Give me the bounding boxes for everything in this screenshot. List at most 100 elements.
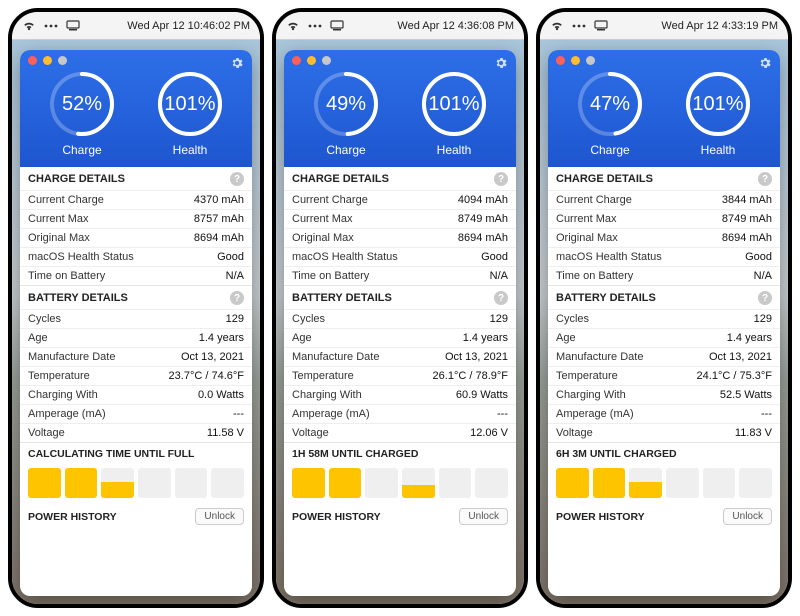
charge-label: Charge (326, 143, 365, 157)
history-bar (402, 468, 435, 498)
zoom-icon[interactable] (586, 56, 595, 65)
minimize-icon[interactable] (571, 56, 580, 65)
detail-row: Original Max8694 mAh (20, 228, 252, 247)
detail-row: Original Max8694 mAh (548, 228, 780, 247)
wifi-icon[interactable] (286, 20, 300, 31)
battery-details-header: BATTERY DETAILS? (284, 285, 516, 309)
traffic-lights[interactable] (292, 56, 508, 65)
history-bar (138, 468, 171, 498)
detail-row: Time on BatteryN/A (548, 266, 780, 285)
unlock-button[interactable]: Unlock (195, 508, 244, 525)
traffic-lights[interactable] (28, 56, 244, 65)
minimize-icon[interactable] (43, 56, 52, 65)
details-scroll[interactable]: CHARGE DETAILS? Current Charge4370 mAhCu… (20, 167, 252, 596)
device-frame: Wed Apr 12 4:33:19 PM 47% Charge (536, 8, 792, 608)
traffic-lights[interactable] (556, 56, 772, 65)
detail-row: Original Max8694 mAh (284, 228, 516, 247)
help-icon[interactable]: ? (230, 172, 244, 186)
health-ring: 101% (155, 69, 225, 139)
detail-row: Current Max8749 mAh (548, 209, 780, 228)
more-icon[interactable] (572, 23, 586, 29)
detail-row: macOS Health StatusGood (548, 247, 780, 266)
zoom-icon[interactable] (322, 56, 331, 65)
health-percent: 101% (419, 69, 489, 139)
charge-status: 1H 58M UNTIL CHARGED (284, 442, 516, 464)
gear-icon[interactable] (758, 56, 772, 73)
detail-row: Charging With52.5 Watts (548, 385, 780, 404)
more-icon[interactable] (308, 23, 322, 29)
zoom-icon[interactable] (58, 56, 67, 65)
menubar: Wed Apr 12 4:36:08 PM (276, 12, 524, 40)
history-bar (439, 468, 472, 498)
battery-details-header: BATTERY DETAILS? (548, 285, 780, 309)
close-icon[interactable] (292, 56, 301, 65)
detail-row: Voltage11.83 V (548, 423, 780, 442)
history-bar (703, 468, 736, 498)
charge-details-header: CHARGE DETAILS? (548, 167, 780, 190)
charge-ring: 49% (311, 69, 381, 139)
charge-label: Charge (590, 143, 629, 157)
battery-details-header: BATTERY DETAILS? (20, 285, 252, 309)
unlock-button[interactable]: Unlock (723, 508, 772, 525)
menubar-clock: Wed Apr 12 4:36:08 PM (397, 20, 514, 32)
help-icon[interactable]: ? (230, 291, 244, 305)
details-scroll[interactable]: CHARGE DETAILS? Current Charge4094 mAhCu… (284, 167, 516, 596)
close-icon[interactable] (556, 56, 565, 65)
history-bar (629, 468, 662, 498)
display-icon[interactable] (330, 20, 344, 31)
detail-row: Temperature26.1°C / 78.9°F (284, 366, 516, 385)
details-scroll[interactable]: CHARGE DETAILS? Current Charge3844 mAhCu… (548, 167, 780, 596)
history-bar (593, 468, 626, 498)
health-ring: 101% (419, 69, 489, 139)
charge-ring: 47% (575, 69, 645, 139)
detail-row: macOS Health StatusGood (20, 247, 252, 266)
health-percent: 101% (683, 69, 753, 139)
minimize-icon[interactable] (307, 56, 316, 65)
charge-percent: 49% (311, 69, 381, 139)
detail-row: Charging With60.9 Watts (284, 385, 516, 404)
display-icon[interactable] (594, 20, 608, 31)
unlock-button[interactable]: Unlock (459, 508, 508, 525)
help-icon[interactable]: ? (758, 172, 772, 186)
device-frame: Wed Apr 12 10:46:02 PM 52% Charge (8, 8, 264, 608)
close-icon[interactable] (28, 56, 37, 65)
detail-row: Amperage (mA)--- (548, 404, 780, 423)
gear-icon[interactable] (494, 56, 508, 73)
help-icon[interactable]: ? (758, 291, 772, 305)
charge-ring: 52% (47, 69, 117, 139)
more-icon[interactable] (44, 23, 58, 29)
charge-percent: 47% (575, 69, 645, 139)
history-bar (365, 468, 398, 498)
help-icon[interactable]: ? (494, 291, 508, 305)
history-bars (548, 464, 780, 504)
detail-row: Amperage (mA)--- (20, 404, 252, 423)
detail-row: macOS Health StatusGood (284, 247, 516, 266)
wifi-icon[interactable] (550, 20, 564, 31)
help-icon[interactable]: ? (494, 172, 508, 186)
power-history-label: POWER HISTORY (292, 511, 381, 523)
history-bar (28, 468, 61, 498)
gear-icon[interactable] (230, 56, 244, 73)
detail-row: Manufacture DateOct 13, 2021 (548, 347, 780, 366)
charge-percent: 52% (47, 69, 117, 139)
app-window: 47% Charge 101% Health CHARGE DETAILS? C… (548, 50, 780, 596)
menubar-clock: Wed Apr 12 10:46:02 PM (127, 20, 250, 32)
health-label: Health (701, 143, 736, 157)
wifi-icon[interactable] (22, 20, 36, 31)
app-window: 49% Charge 101% Health CHARGE DETAILS? C… (284, 50, 516, 596)
detail-row: Voltage11.58 V (20, 423, 252, 442)
window-header: 52% Charge 101% Health (20, 50, 252, 167)
power-history-label: POWER HISTORY (556, 511, 645, 523)
history-bar (175, 468, 208, 498)
detail-row: Current Charge4094 mAh (284, 190, 516, 209)
detail-row: Current Max8757 mAh (20, 209, 252, 228)
charge-details-header: CHARGE DETAILS? (284, 167, 516, 190)
power-history-label: POWER HISTORY (28, 511, 117, 523)
detail-row: Time on BatteryN/A (284, 266, 516, 285)
detail-row: Age1.4 years (284, 328, 516, 347)
health-label: Health (437, 143, 472, 157)
history-bar (556, 468, 589, 498)
display-icon[interactable] (66, 20, 80, 31)
detail-row: Amperage (mA)--- (284, 404, 516, 423)
detail-row: Manufacture DateOct 13, 2021 (284, 347, 516, 366)
